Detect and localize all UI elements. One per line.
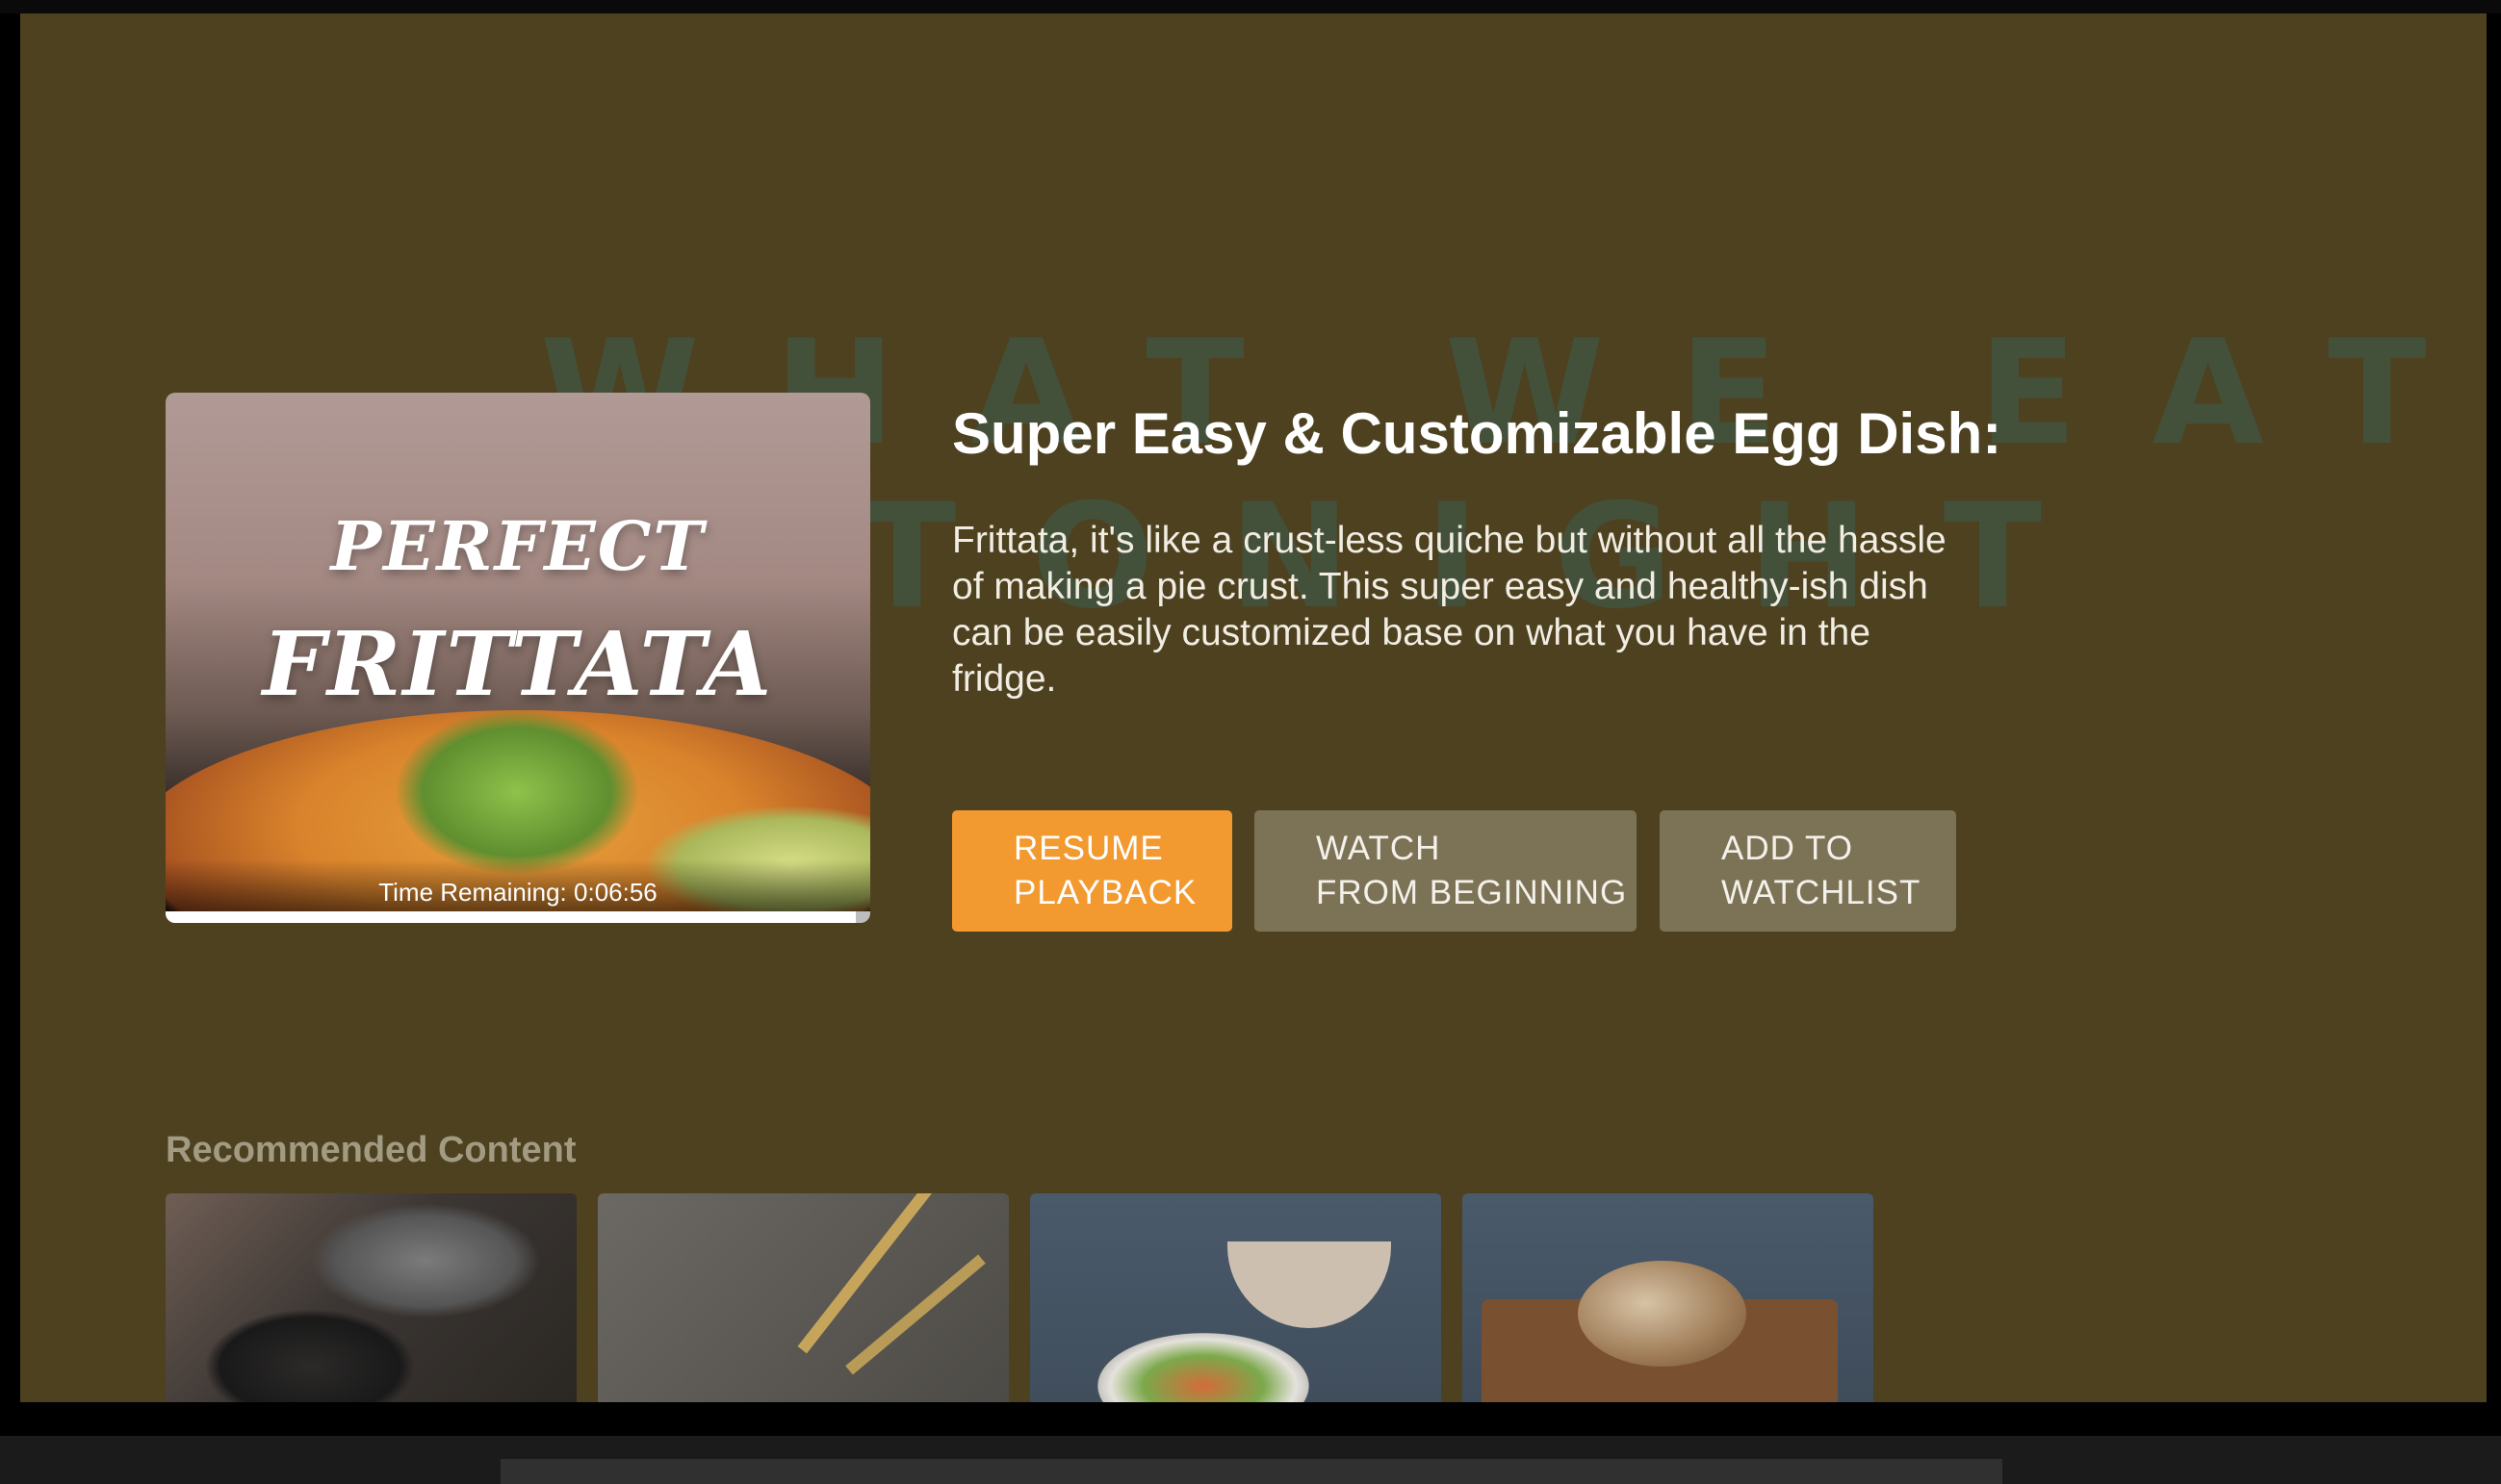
resume-playback-button[interactable]: RESUME PLAYBACK	[952, 810, 1232, 932]
microgreens	[397, 710, 637, 874]
video-description: Frittata, it's like a crust-less quiche …	[952, 520, 1947, 700]
tv-stand-panel	[501, 1459, 2002, 1484]
time-remaining: Time Remaining: 0:06:56	[378, 878, 657, 907]
recommended-card-cooking-pans[interactable]	[166, 1193, 577, 1402]
tv-screen: WHAT WE EAT TONIGHT PERFECT FRITTATA Tim…	[20, 13, 2487, 1402]
thumbnail-title-line1: PERFECT	[330, 506, 706, 586]
recommended-title: Recommended Content	[166, 1130, 577, 1170]
add-to-watchlist-button[interactable]: ADD TO WATCHLIST	[1660, 810, 1956, 932]
watch-label-line1: WATCH	[1316, 830, 1441, 867]
recommended-row	[166, 1193, 1895, 1402]
playback-progress-track	[166, 911, 870, 923]
frying-pan	[204, 1309, 416, 1402]
recommended-card-bread-board[interactable]	[1462, 1193, 1873, 1402]
watch-label-line2: FROM BEGINNING	[1316, 874, 1628, 911]
action-buttons: RESUME PLAYBACK WATCH FROM BEGINNING ADD…	[952, 810, 1956, 932]
salad-plate	[1097, 1333, 1309, 1402]
resume-label-line1: RESUME	[1014, 830, 1164, 867]
watchlist-label-line1: ADD TO	[1721, 830, 1853, 867]
tv-bezel-top	[0, 0, 2501, 13]
watch-from-beginning-button[interactable]: WATCH FROM BEGINNING	[1254, 810, 1637, 932]
hero-thumbnail[interactable]: PERFECT FRITTATA Time Remaining: 0:06:56	[166, 393, 870, 923]
pan-lid	[310, 1203, 541, 1318]
bowl	[1227, 1241, 1391, 1328]
watchlist-label-line2: WATCHLIST	[1721, 874, 1921, 911]
resume-label-line2: PLAYBACK	[1014, 874, 1198, 911]
chef-knife	[797, 1193, 938, 1354]
recommended-card-salad-bowl[interactable]	[1030, 1193, 1441, 1402]
thumbnail-title-line2: FRITTATA	[262, 612, 774, 716]
bread-loaf	[1578, 1261, 1746, 1367]
playback-progress-fill	[166, 911, 857, 923]
recommended-card-knives[interactable]	[598, 1193, 1009, 1402]
video-title: Super Easy & Customizable Egg Dish: F...	[952, 401, 2001, 466]
